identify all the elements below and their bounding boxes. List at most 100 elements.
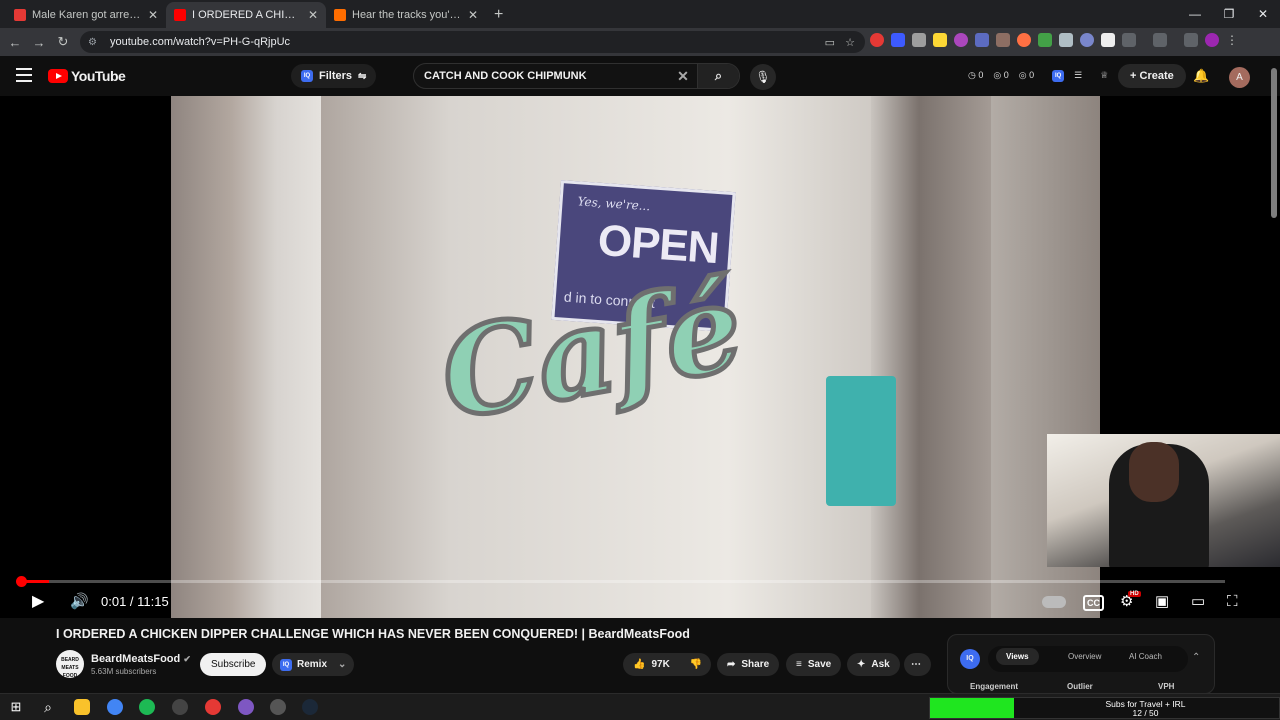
close-tab-icon[interactable]: ✕ xyxy=(468,8,478,22)
chevron-down-icon[interactable]: ⌄ xyxy=(338,653,346,676)
subscribe-button[interactable]: Subscribe xyxy=(200,653,267,676)
bookmark-star-icon[interactable]: ☆ xyxy=(845,36,855,49)
youtube-logo-text: YouTube xyxy=(71,68,126,84)
window-controls: — ❐ ✕ xyxy=(1178,0,1280,28)
chrome-icon[interactable] xyxy=(107,699,123,715)
captions-button[interactable]: CC xyxy=(1083,586,1104,618)
cc-icon: CC xyxy=(1083,595,1104,611)
play-icon[interactable]: ▶ xyxy=(32,586,44,618)
browser-tab-2[interactable]: I ORDERED A CHICKEN DIPPER ✕ xyxy=(166,2,326,28)
reload-icon[interactable]: ↻ xyxy=(51,34,75,50)
voice-search-mic-icon[interactable]: 🎙 xyxy=(750,64,776,90)
search-button[interactable]: ⌕ xyxy=(697,64,739,88)
progress-bar[interactable] xyxy=(16,576,1225,587)
trophy-icon[interactable]: ♕ xyxy=(1100,70,1108,82)
side-panel-icon[interactable] xyxy=(1153,33,1167,47)
like-count: 97K xyxy=(651,659,670,670)
extension-icon[interactable] xyxy=(1017,33,1031,47)
wall-device xyxy=(826,376,896,506)
windows-start-icon[interactable]: ⊞ xyxy=(8,699,24,715)
autoplay-toggle[interactable] xyxy=(1042,586,1066,618)
clear-search-icon[interactable]: ✕ xyxy=(669,68,697,85)
dislike-icon[interactable]: 👎 xyxy=(690,653,702,676)
create-button[interactable]: + Create xyxy=(1118,64,1186,88)
extension-icon[interactable] xyxy=(1080,33,1094,47)
channel-name[interactable]: BeardMeatsFood ✔ xyxy=(91,653,191,665)
ask-button[interactable]: ✦ Ask xyxy=(847,653,900,676)
extension-icon[interactable] xyxy=(996,33,1010,47)
theater-mode-icon[interactable]: ▭ xyxy=(1191,586,1205,618)
extension-icon[interactable] xyxy=(975,33,989,47)
save-icon: ≡ xyxy=(796,659,802,670)
youtube-favicon-icon xyxy=(174,9,186,21)
extension-icon[interactable] xyxy=(891,33,905,47)
extension-icon[interactable] xyxy=(954,33,968,47)
reading-list-icon[interactable] xyxy=(1184,33,1198,47)
share-icon: ➦ xyxy=(727,659,736,670)
steam-icon[interactable] xyxy=(302,699,318,715)
vidiq-icon: IQ xyxy=(301,70,313,82)
webcam-overlay xyxy=(1047,434,1280,567)
new-tab-button[interactable]: + xyxy=(494,2,503,28)
menu-dots-icon[interactable]: ⋮ xyxy=(1226,33,1240,47)
extension-icon[interactable] xyxy=(912,33,926,47)
soundcloud-favicon-icon xyxy=(334,9,346,21)
youtube-logo[interactable]: YouTube xyxy=(48,68,126,84)
extension-icon[interactable] xyxy=(1101,33,1115,47)
tab-title: Male Karen got arrested for the xyxy=(32,9,142,21)
more-actions-button[interactable]: ⋯ xyxy=(904,653,931,676)
hamburger-menu-icon[interactable] xyxy=(16,68,32,82)
address-bar[interactable]: ⚙ youtube.com/watch?v=PH-G-qRjpUc ▭ ☆ xyxy=(80,31,865,53)
spotify-icon[interactable] xyxy=(139,699,155,715)
cast-icon[interactable]: ▭ xyxy=(825,36,835,49)
obs-icon[interactable] xyxy=(172,699,188,715)
like-button[interactable]: 👍 97K 👎 xyxy=(623,653,711,676)
browser-tab-3[interactable]: Hear the tracks you've liked: on ✕ xyxy=(326,2,486,28)
tab-overview[interactable]: Overview xyxy=(1068,652,1101,661)
col-engagement: Engagement xyxy=(970,682,1019,691)
search-icon[interactable]: ⌕ xyxy=(40,699,56,715)
extension-icon[interactable] xyxy=(933,33,947,47)
extensions-puzzle-icon[interactable] xyxy=(1122,33,1136,47)
channel-avatar[interactable]: BEARD MEATS FOOD xyxy=(56,650,84,679)
close-tab-icon[interactable]: ✕ xyxy=(308,8,318,22)
vidiq-icon[interactable]: IQ xyxy=(1052,70,1065,82)
page-scrollbar[interactable] xyxy=(1271,68,1277,218)
filters-button[interactable]: IQ Filters ⇋ xyxy=(291,64,377,88)
subs-goal-count: 12 / 50 xyxy=(1132,708,1159,718)
tab-views[interactable]: Views xyxy=(996,648,1039,665)
search-input[interactable]: CATCH AND COOK CHIPMUNK xyxy=(424,70,669,82)
miniplayer-icon[interactable]: ▣ xyxy=(1155,586,1169,618)
site-info-icon[interactable]: ⚙ xyxy=(88,37,102,48)
volume-icon[interactable]: 🔊 xyxy=(70,586,89,618)
save-button[interactable]: ≡ Save xyxy=(786,653,842,676)
youtube-header: YouTube IQ Filters ⇋ CATCH AND COOK CHIP… xyxy=(0,56,1280,96)
notifications-bell-icon[interactable]: 🔔 xyxy=(1193,68,1209,84)
video-player[interactable]: Yes, we're... OPEN d in to connect Café … xyxy=(0,96,1280,618)
account-avatar[interactable]: A xyxy=(1229,67,1250,88)
search-box[interactable]: CATCH AND COOK CHIPMUNK ✕ ⌕ xyxy=(413,63,740,89)
browser-tab-1[interactable]: Male Karen got arrested for the ✕ xyxy=(6,2,166,28)
door-frame-right xyxy=(871,96,991,618)
remix-button[interactable]: IQ Remix ⌄ xyxy=(272,653,355,676)
collapse-chevron-icon[interactable]: ⌃ xyxy=(1192,652,1200,663)
share-button[interactable]: ➦ Share xyxy=(717,653,780,676)
extension-icon[interactable] xyxy=(1059,33,1073,47)
close-window-icon[interactable]: ✕ xyxy=(1246,0,1280,28)
file-explorer-icon[interactable] xyxy=(74,699,90,715)
restore-icon[interactable]: ❐ xyxy=(1212,0,1246,28)
forward-icon[interactable]: → xyxy=(27,35,51,50)
extension-icon[interactable] xyxy=(870,33,884,47)
fullscreen-icon[interactable]: ⛶ xyxy=(1227,586,1238,618)
close-tab-icon[interactable]: ✕ xyxy=(148,8,158,22)
subs-goal-fill xyxy=(930,698,1014,718)
pokeball-icon[interactable] xyxy=(205,699,221,715)
app-icon[interactable] xyxy=(270,699,286,715)
extension-icon[interactable] xyxy=(1038,33,1052,47)
minimize-icon[interactable]: — xyxy=(1178,0,1212,28)
back-icon[interactable]: ← xyxy=(3,35,27,50)
profile-icon[interactable] xyxy=(1205,33,1219,47)
list-icon[interactable]: ☰ xyxy=(1074,70,1082,82)
tab-ai-coach[interactable]: AI Coach xyxy=(1129,652,1162,661)
discord-icon[interactable] xyxy=(238,699,254,715)
